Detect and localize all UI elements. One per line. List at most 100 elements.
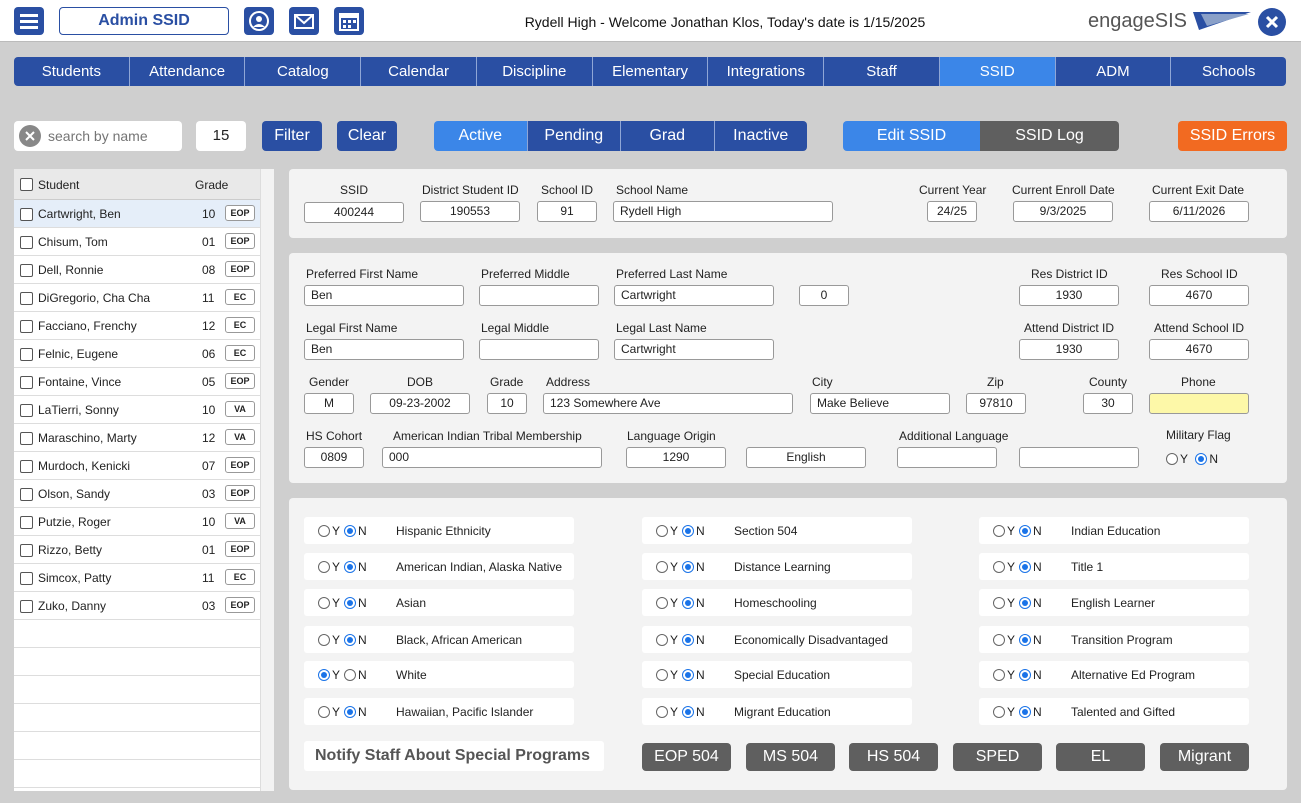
program-no-radio[interactable] xyxy=(344,706,357,718)
program-yes-radio[interactable] xyxy=(318,561,330,573)
student-name[interactable]: Murdoch, Kenicki xyxy=(38,459,130,473)
program-yes-radio[interactable] xyxy=(318,597,330,609)
list-item[interactable]: LaTierri, Sonny 10 VA xyxy=(14,396,274,424)
program-no-radio[interactable] xyxy=(344,597,357,609)
address-field[interactable]: 123 Somewhere Ave xyxy=(543,393,793,414)
tab-calendar[interactable]: Calendar xyxy=(361,57,477,86)
select-all-checkbox[interactable] xyxy=(20,178,33,191)
student-name[interactable]: Cartwright, Ben xyxy=(38,207,121,221)
program-no-radio[interactable] xyxy=(344,561,357,573)
menu-icon[interactable] xyxy=(14,7,44,35)
name-suffix-field[interactable]: 0 xyxy=(799,285,849,306)
exit-date-field[interactable]: 6/11/2026 xyxy=(1149,201,1249,222)
list-item[interactable]: Cartwright, Ben 10 EOP xyxy=(14,200,274,228)
tribal-field[interactable]: 000 xyxy=(382,447,602,468)
tab-students[interactable]: Students xyxy=(14,57,130,86)
student-name[interactable]: Maraschino, Marty xyxy=(38,431,137,445)
student-name[interactable]: Felnic, Eugene xyxy=(38,347,118,361)
pref-last-field[interactable]: Cartwright xyxy=(614,285,774,306)
program-no-radio[interactable] xyxy=(682,597,695,609)
program-yes-radio[interactable] xyxy=(993,597,1005,609)
addl-lang-field-2[interactable] xyxy=(1019,447,1139,468)
program-no-radio[interactable] xyxy=(682,525,695,537)
program-no-radio[interactable] xyxy=(682,706,695,718)
list-item[interactable]: Murdoch, Kenicki 07 EOP xyxy=(14,452,274,480)
list-item[interactable]: Chisum, Tom 01 EOP xyxy=(14,228,274,256)
program-yes-radio[interactable] xyxy=(656,525,668,537)
tab-attendance[interactable]: Attendance xyxy=(129,57,246,86)
program-yes-radio[interactable] xyxy=(993,634,1005,646)
row-checkbox[interactable] xyxy=(20,404,33,417)
status-tab-active[interactable]: Active xyxy=(434,121,528,151)
county-field[interactable]: 30 xyxy=(1083,393,1133,414)
student-name[interactable]: Dell, Ronnie xyxy=(38,263,103,277)
row-checkbox[interactable] xyxy=(20,264,33,277)
program-no-radio[interactable] xyxy=(682,634,695,646)
list-item[interactable]: Putzie, Roger 10 VA xyxy=(14,508,274,536)
row-checkbox[interactable] xyxy=(20,292,33,305)
notify-eop504-button[interactable]: EOP 504 xyxy=(642,743,731,771)
student-name[interactable]: Facciano, Frenchy xyxy=(38,319,137,333)
student-name[interactable]: Putzie, Roger xyxy=(38,515,111,529)
program-no-radio[interactable] xyxy=(1019,561,1032,573)
row-checkbox[interactable] xyxy=(20,516,33,529)
zip-field[interactable]: 97810 xyxy=(966,393,1026,414)
program-yes-radio[interactable] xyxy=(656,669,668,681)
attend-school-field[interactable]: 4670 xyxy=(1149,339,1249,360)
district-id-field[interactable]: 190553 xyxy=(420,201,520,222)
tab-elementary[interactable]: Elementary xyxy=(592,57,709,86)
tab-staff[interactable]: Staff xyxy=(824,57,940,86)
lang-name-field[interactable]: English xyxy=(746,447,866,468)
tab-discipline[interactable]: Discipline xyxy=(476,57,593,86)
phone-field[interactable] xyxy=(1149,393,1249,414)
program-yes-radio[interactable] xyxy=(656,597,668,609)
program-yes-radio[interactable] xyxy=(318,525,330,537)
addl-lang-field-1[interactable] xyxy=(897,447,997,468)
status-tab-inactive[interactable]: Inactive xyxy=(714,121,807,151)
legal-middle-field[interactable] xyxy=(479,339,599,360)
list-item[interactable]: Felnic, Eugene 06 EC xyxy=(14,340,274,368)
program-no-radio[interactable] xyxy=(682,561,695,573)
close-icon[interactable] xyxy=(1258,8,1286,36)
row-checkbox[interactable] xyxy=(20,376,33,389)
search-input[interactable] xyxy=(48,128,178,144)
list-item[interactable]: Facciano, Frenchy 12 EC xyxy=(14,312,274,340)
student-name[interactable]: Chisum, Tom xyxy=(38,235,108,249)
ssid-errors-button[interactable]: SSID Errors xyxy=(1178,121,1287,151)
student-name[interactable]: DiGregorio, Cha Cha xyxy=(38,291,150,305)
app-title[interactable]: Admin SSID xyxy=(59,7,229,35)
student-name[interactable]: Rizzo, Betty xyxy=(38,543,102,557)
program-no-radio[interactable] xyxy=(344,669,357,681)
program-yes-radio[interactable] xyxy=(318,669,330,681)
program-yes-radio[interactable] xyxy=(993,706,1005,718)
notify-hs504-button[interactable]: HS 504 xyxy=(849,743,938,771)
grade-field[interactable]: 10 xyxy=(487,393,527,414)
row-checkbox[interactable] xyxy=(20,572,33,585)
current-year-field[interactable]: 24/25 xyxy=(927,201,977,222)
list-item[interactable]: DiGregorio, Cha Cha 11 EC xyxy=(14,284,274,312)
tab-ssid[interactable]: SSID xyxy=(939,57,1056,86)
military-no-radio[interactable] xyxy=(1195,453,1208,465)
user-icon[interactable] xyxy=(244,7,274,35)
program-yes-radio[interactable] xyxy=(318,634,330,646)
list-item[interactable]: Rizzo, Betty 01 EOP xyxy=(14,536,274,564)
cohort-field[interactable]: 0809 xyxy=(304,447,364,468)
tab-schools[interactable]: Schools xyxy=(1171,57,1287,86)
pref-middle-field[interactable] xyxy=(479,285,599,306)
program-no-radio[interactable] xyxy=(682,669,695,681)
row-checkbox[interactable] xyxy=(20,320,33,333)
clear-search-icon[interactable] xyxy=(19,125,41,147)
lang-code-field[interactable]: 1290 xyxy=(626,447,726,468)
student-name[interactable]: Zuko, Danny xyxy=(38,599,106,613)
status-tab-grad[interactable]: Grad xyxy=(621,121,715,151)
page-size-field[interactable]: 15 xyxy=(196,121,246,151)
student-name[interactable]: Fontaine, Vince xyxy=(38,375,121,389)
ssid-log-button[interactable]: SSID Log xyxy=(980,121,1119,151)
program-yes-radio[interactable] xyxy=(318,706,330,718)
notify-sped-button[interactable]: SPED xyxy=(953,743,1042,771)
list-item[interactable]: Dell, Ronnie 08 EOP xyxy=(14,256,274,284)
pref-first-field[interactable]: Ben xyxy=(304,285,464,306)
program-yes-radio[interactable] xyxy=(656,706,668,718)
row-checkbox[interactable] xyxy=(20,432,33,445)
edit-ssid-button[interactable]: Edit SSID xyxy=(843,121,980,151)
